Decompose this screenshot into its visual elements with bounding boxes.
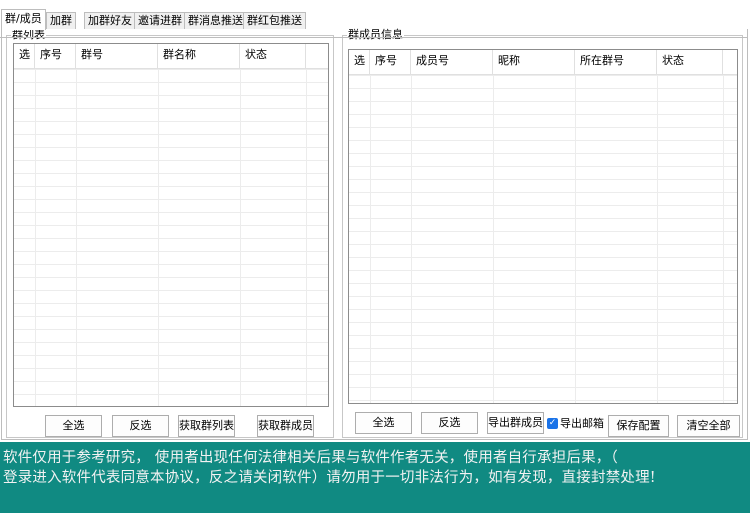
member-info-gridlines bbox=[349, 75, 737, 403]
save-config-button[interactable]: 保存配置 bbox=[608, 415, 669, 437]
grid-line bbox=[657, 75, 658, 403]
grid-line bbox=[370, 75, 371, 403]
tab-bar: 群/成员 加群 加群好友 邀请进群 群消息推送 群红包推送 bbox=[0, 9, 750, 38]
grid-line bbox=[158, 69, 159, 406]
grid-line bbox=[411, 75, 412, 403]
tab-join-group[interactable]: 加群 bbox=[46, 12, 76, 29]
member-info-table[interactable]: 选 序号 成员号 昵称 所在群号 状态 bbox=[348, 49, 738, 404]
group-list-header: 选 序号 群号 群名称 状态 bbox=[14, 44, 328, 69]
grid-line bbox=[575, 75, 576, 403]
checkbox-check-icon[interactable]: ✓ bbox=[547, 417, 558, 429]
clear-all-button[interactable]: 清空全部 bbox=[677, 415, 740, 437]
tab-divider bbox=[0, 37, 748, 38]
tab-group-members[interactable]: 群/成员 bbox=[1, 9, 46, 30]
tab-add-group-friends[interactable]: 加群好友 bbox=[84, 12, 136, 29]
grid-line bbox=[306, 69, 307, 406]
group-list-title: 群列表 bbox=[11, 28, 46, 42]
group-list-table[interactable]: 选 序号 群号 群名称 状态 bbox=[13, 43, 329, 407]
col-index[interactable]: 序号 bbox=[370, 50, 411, 75]
tab-panel: 群列表 选 序号 群号 群名称 状态 全选 反选 获取群列表 获取群成员 群成员… bbox=[1, 28, 748, 440]
col-group-id[interactable]: 群号 bbox=[76, 44, 158, 69]
grid-line bbox=[723, 75, 724, 403]
col-member-id[interactable]: 成员号 bbox=[411, 50, 493, 75]
tab-group-redpacket-push[interactable]: 群红包推送 bbox=[243, 12, 306, 29]
col-status[interactable]: 状态 bbox=[657, 50, 723, 75]
member-select-all-button[interactable]: 全选 bbox=[355, 412, 412, 434]
member-info-header: 选 序号 成员号 昵称 所在群号 状态 bbox=[349, 50, 737, 75]
col-group-name[interactable]: 群名称 bbox=[158, 44, 240, 69]
member-invert-button[interactable]: 反选 bbox=[421, 412, 478, 434]
get-group-list-button[interactable]: 获取群列表 bbox=[178, 415, 235, 437]
get-group-members-button[interactable]: 获取群成员 bbox=[257, 415, 314, 437]
tab-group-message-push[interactable]: 群消息推送 bbox=[184, 12, 247, 29]
group-select-all-button[interactable]: 全选 bbox=[45, 415, 102, 437]
export-members-button[interactable]: 导出群成员 bbox=[487, 412, 544, 434]
col-select[interactable]: 选 bbox=[14, 44, 35, 69]
col-index[interactable]: 序号 bbox=[35, 44, 76, 69]
tab-invite-to-group[interactable]: 邀请进群 bbox=[134, 12, 186, 29]
member-info-box: 群成员信息 选 序号 成员号 昵称 所在群号 状态 bbox=[342, 28, 743, 438]
col-status[interactable]: 状态 bbox=[240, 44, 306, 69]
export-email-label: 导出邮箱 bbox=[560, 417, 604, 430]
grid-line bbox=[76, 69, 77, 406]
col-nickname[interactable]: 昵称 bbox=[493, 50, 575, 75]
disclaimer-line-2: 登录进入软件代表同意本协议，反之请关闭软件）请勿用于一切非法行为，如有发现，直接… bbox=[3, 470, 656, 486]
grid-line bbox=[35, 69, 36, 406]
disclaimer-banner: 软件仅用于参考研究， 使用者出现任何法律相关后果与软件作者无关，使用者自行承担后… bbox=[0, 442, 750, 513]
col-group-id[interactable]: 所在群号 bbox=[575, 50, 657, 75]
group-list-box: 群列表 选 序号 群号 群名称 状态 bbox=[6, 28, 334, 438]
group-invert-button[interactable]: 反选 bbox=[112, 415, 169, 437]
grid-line bbox=[493, 75, 494, 403]
col-select[interactable]: 选 bbox=[349, 50, 370, 75]
disclaimer-line-1: 软件仅用于参考研究， 使用者出现任何法律相关后果与软件作者无关，使用者自行承担后… bbox=[3, 450, 618, 466]
member-info-title: 群成员信息 bbox=[347, 28, 404, 42]
group-list-gridlines bbox=[14, 69, 328, 406]
export-email-checkbox[interactable]: ✓ 导出邮箱 bbox=[547, 415, 604, 431]
grid-line bbox=[240, 69, 241, 406]
